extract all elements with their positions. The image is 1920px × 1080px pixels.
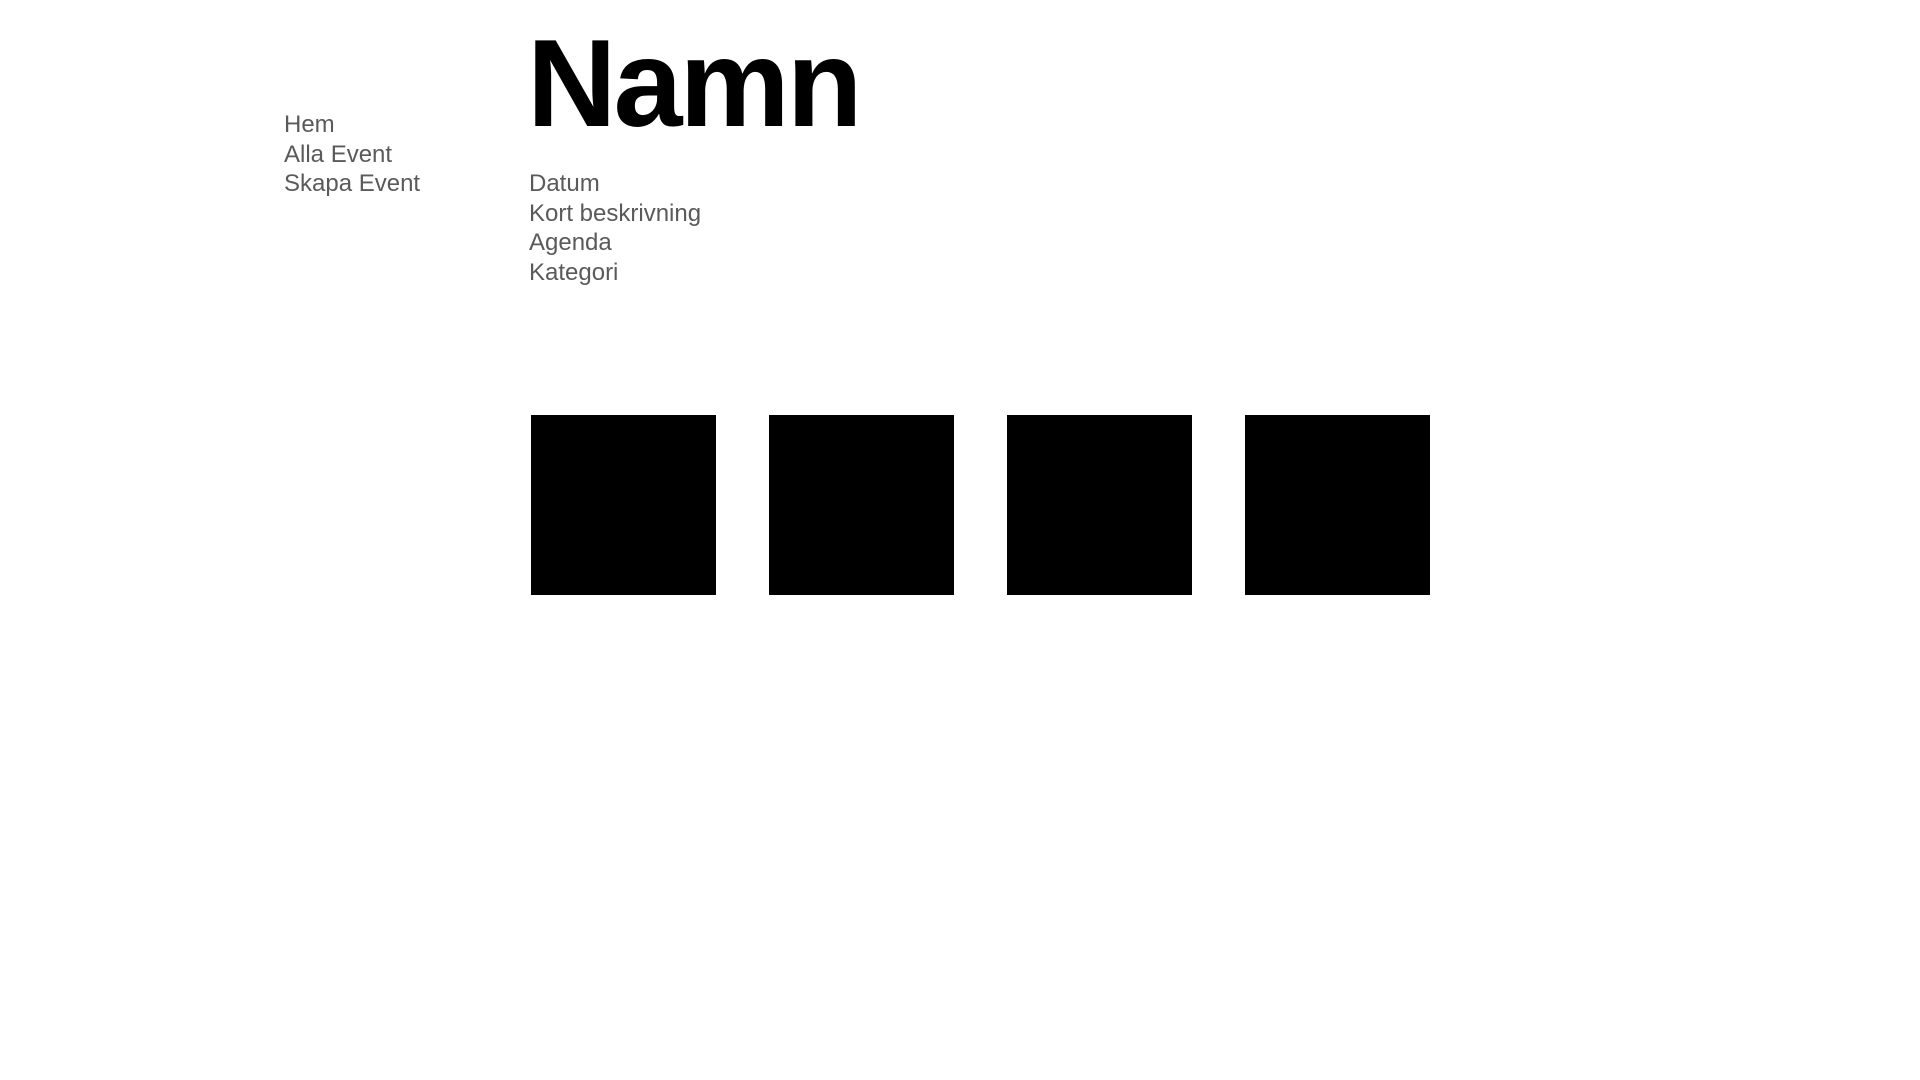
- event-agenda: Agenda: [529, 229, 612, 256]
- image-placeholder: [1245, 415, 1430, 595]
- nav-link-all-events[interactable]: Alla Event: [284, 140, 420, 170]
- nav-link-create-event[interactable]: Skapa Event: [284, 169, 420, 199]
- event-title: Namn: [527, 15, 863, 153]
- event-date: Datum: [529, 170, 600, 197]
- image-placeholder: [531, 415, 716, 595]
- image-placeholder: [1007, 415, 1192, 595]
- main-nav: Hem Alla Event Skapa Event: [284, 110, 420, 199]
- image-placeholder: [769, 415, 954, 595]
- event-details: Datum Kort beskrivning Agenda Kategori: [529, 169, 701, 287]
- event-short-description: Kort beskrivning: [529, 199, 702, 227]
- event-category: Kategori: [529, 258, 619, 286]
- nav-link-home[interactable]: Hem: [284, 110, 420, 140]
- image-gallery: [531, 415, 1430, 595]
